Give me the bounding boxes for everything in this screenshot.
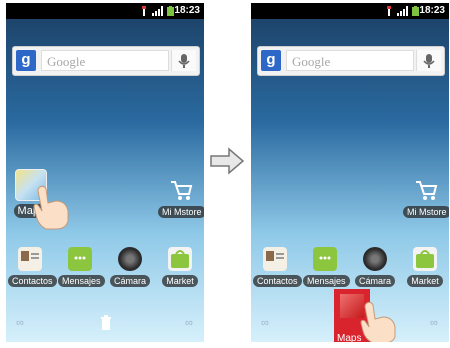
microphone-button[interactable] (171, 50, 196, 71)
mstore-label: Mi Mstore (403, 206, 449, 218)
mstore-icon (169, 178, 193, 202)
google-search-button[interactable]: g (261, 50, 281, 71)
mstore-label: Mi Mstore (158, 206, 204, 218)
mensajes-label: Mensajes (58, 275, 105, 287)
dock-app-mensajes[interactable]: Mensajes (303, 247, 350, 289)
dock-app-market[interactable]: Market (403, 247, 447, 289)
contacts-icon (18, 247, 42, 271)
camara-label: Cámara (354, 275, 395, 287)
market-label: Market (407, 275, 443, 287)
microphone-icon (178, 54, 190, 68)
arrow-right-icon (209, 147, 245, 180)
usb-icon (385, 6, 393, 19)
search-input[interactable]: Google (286, 50, 414, 71)
google-search-widget[interactable]: g Google (257, 46, 445, 76)
phone-screen-right: 18:23 g Google Mi Mstore Contactos Mensa… (251, 3, 449, 342)
mi-mstore-shortcut[interactable]: Mi Mstore (403, 178, 449, 220)
signal-icon (397, 6, 409, 19)
mstore-icon (414, 178, 438, 202)
usb-icon (140, 6, 148, 19)
page-indicator-left: ∞ (16, 317, 24, 329)
signal-icon (152, 6, 164, 19)
page-indicator-left: ∞ (261, 317, 269, 329)
dock-app-mensajes[interactable]: Mensajes (58, 247, 105, 289)
google-search-widget[interactable]: g Google (12, 46, 200, 76)
trash-icon[interactable] (100, 315, 112, 336)
status-time: 18:23 (419, 5, 445, 16)
contactos-label: Contactos (8, 275, 57, 287)
battery-icon (167, 6, 174, 19)
microphone-icon (423, 54, 435, 68)
mi-mstore-shortcut[interactable]: Mi Mstore (158, 178, 204, 220)
status-time: 18:23 (174, 5, 200, 16)
page-indicator-right: ∞ (185, 317, 193, 329)
dragged-maps-label: Maps (337, 333, 362, 342)
market-label: Market (162, 275, 198, 287)
market-icon (168, 247, 192, 271)
dock-app-contactos[interactable]: Contactos (253, 247, 302, 289)
market-icon (413, 247, 437, 271)
dock-app-camara[interactable]: Cámara (108, 247, 152, 289)
messages-icon (313, 247, 337, 271)
mensajes-label: Mensajes (303, 275, 350, 287)
dock-app-contactos[interactable]: Contactos (8, 247, 57, 289)
contactos-label: Contactos (253, 275, 302, 287)
status-bar: 18:23 (6, 3, 204, 19)
microphone-button[interactable] (416, 50, 441, 71)
camera-icon (118, 247, 142, 271)
phone-screen-left: 18:23 g Google Maps Mi Mstore Contactos … (6, 3, 204, 342)
dock-app-market[interactable]: Market (158, 247, 202, 289)
page-indicator-right: ∞ (430, 317, 438, 329)
messages-icon (68, 247, 92, 271)
camera-icon (363, 247, 387, 271)
dock-app-camara[interactable]: Cámara (353, 247, 397, 289)
contacts-icon (263, 247, 287, 271)
battery-icon (412, 6, 419, 19)
status-bar: 18:23 (251, 3, 449, 19)
hand-pointer-icon (359, 301, 399, 342)
hand-pointer-icon (32, 185, 72, 236)
google-search-button[interactable]: g (16, 50, 36, 71)
search-input[interactable]: Google (41, 50, 169, 71)
camara-label: Cámara (109, 275, 150, 287)
